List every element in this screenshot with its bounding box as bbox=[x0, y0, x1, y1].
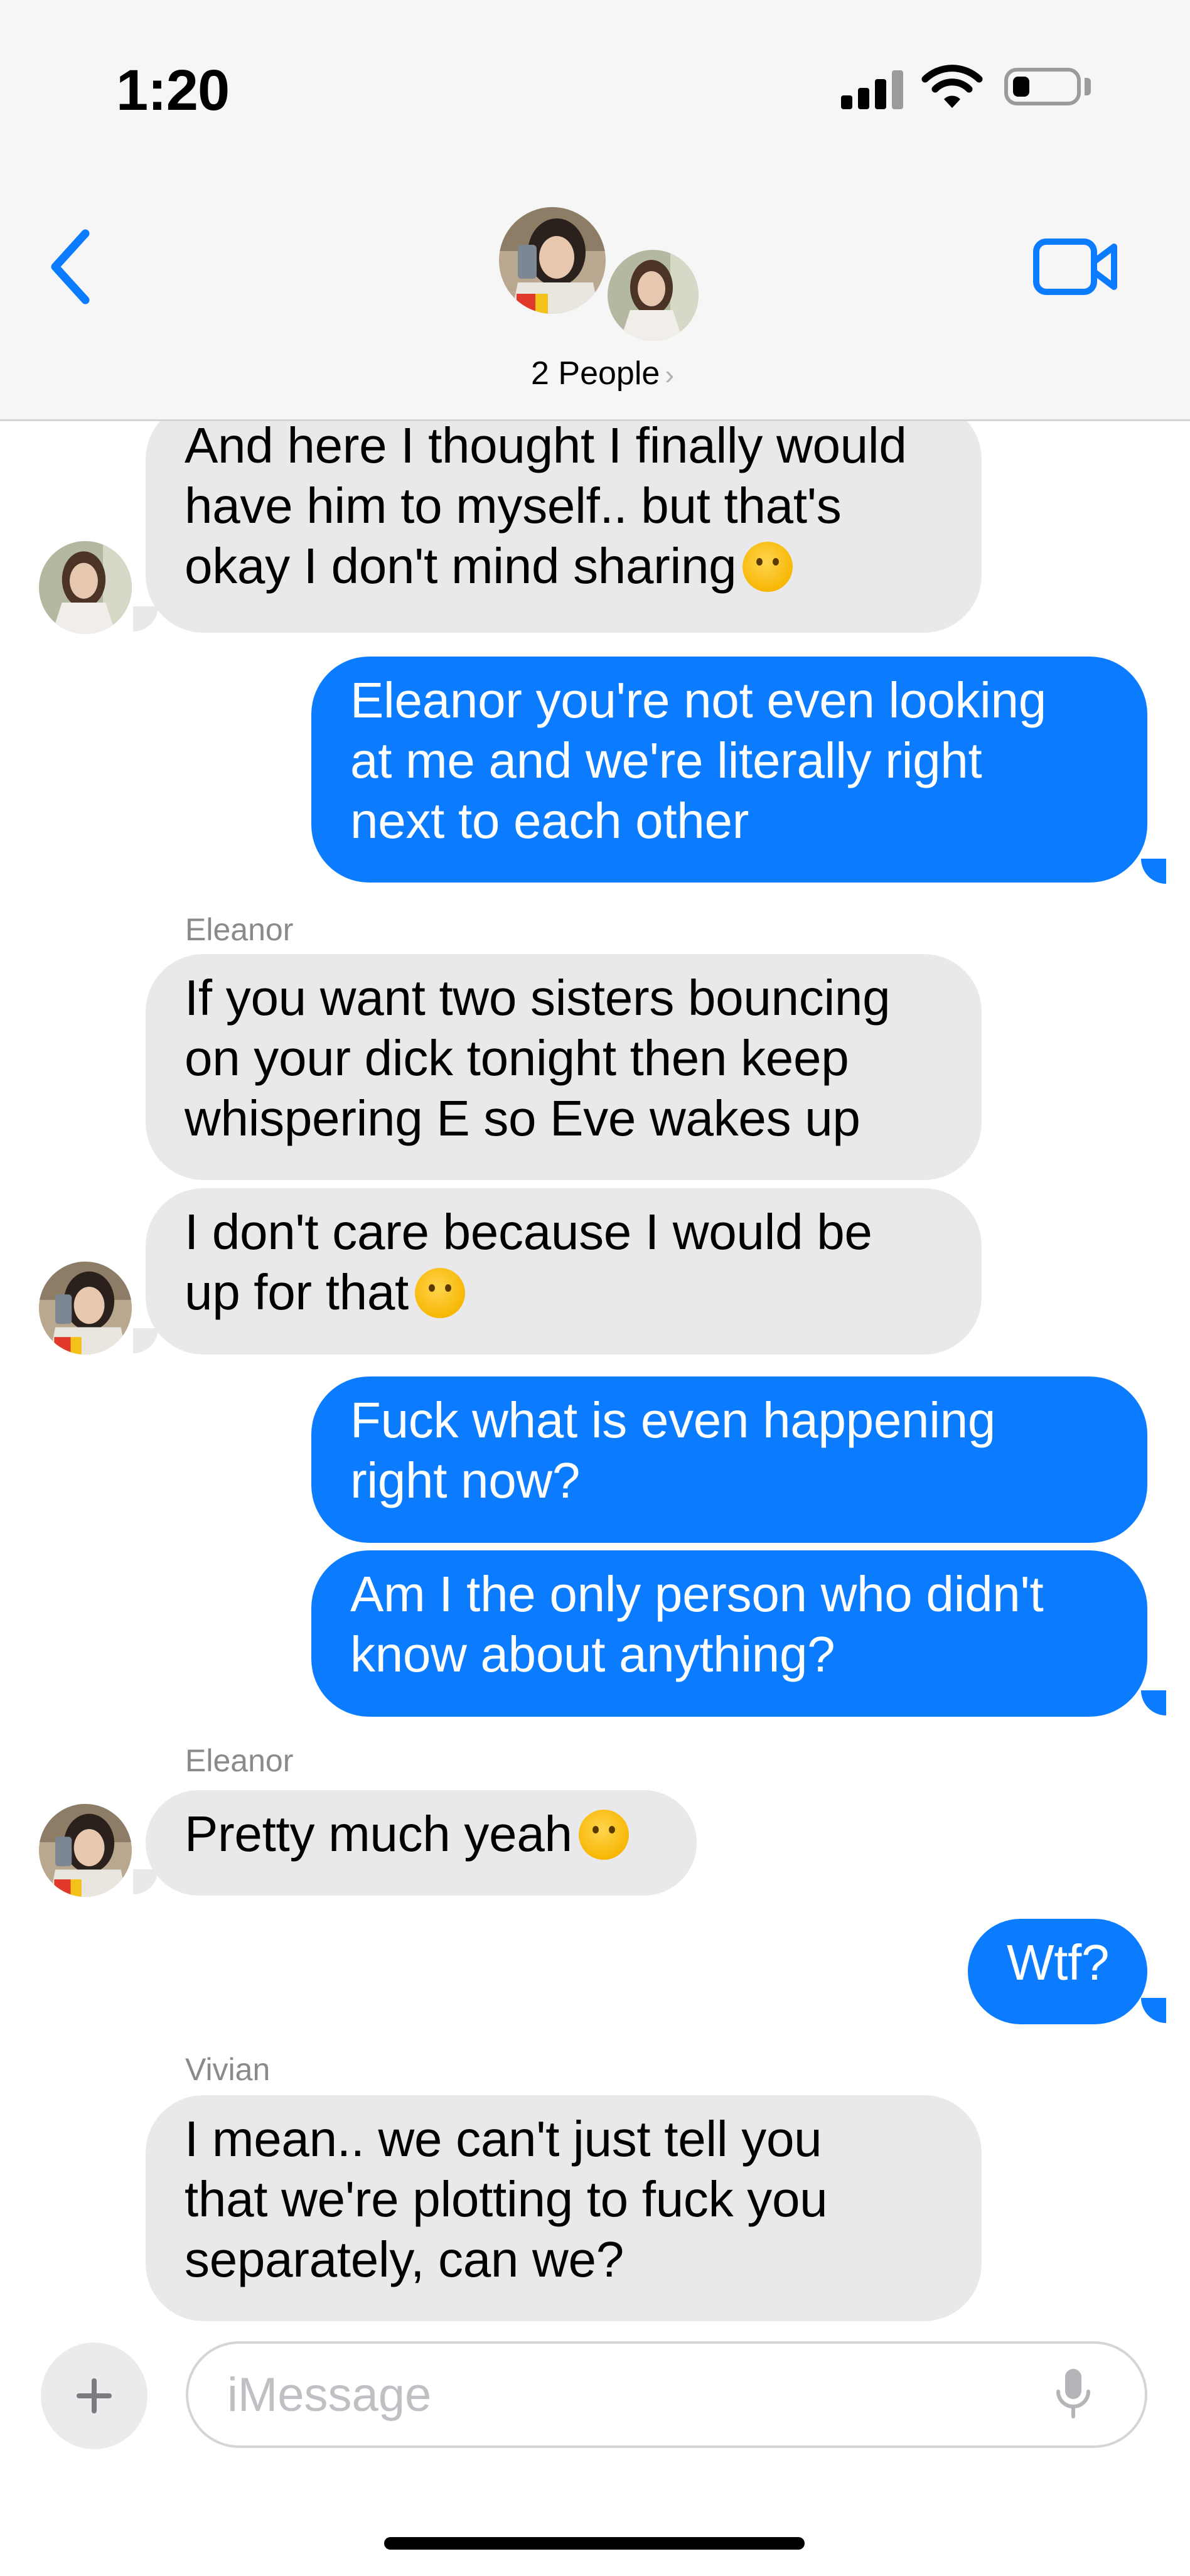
chevron-right-icon: › bbox=[665, 360, 674, 390]
message-line: know about anything? bbox=[350, 1626, 835, 1682]
signal-icon bbox=[841, 70, 904, 109]
message-line: Fuck what is even happening bbox=[350, 1392, 996, 1448]
message-line: separately, can we? bbox=[185, 2231, 624, 2287]
conversation-header: 1:20 2 People › bbox=[0, 0, 1190, 421]
face-with-hand-over-mouth-icon bbox=[578, 1810, 629, 1860]
people-button[interactable]: 2 People › bbox=[496, 355, 709, 392]
battery-icon bbox=[1004, 68, 1081, 105]
sender-avatar-eleanor[interactable] bbox=[39, 1804, 132, 1897]
avatar-eleanor[interactable] bbox=[496, 204, 609, 317]
message-line: right now? bbox=[350, 1452, 581, 1508]
message-bubble-incoming[interactable]: Pretty much yeah bbox=[146, 1790, 697, 1896]
message-line: Pretty much yeah bbox=[185, 1806, 572, 1862]
message-line: okay I don't mind sharing bbox=[185, 538, 737, 594]
plus-icon[interactable] bbox=[41, 2343, 147, 2449]
message-line: that we're plotting to fuck you bbox=[185, 2171, 828, 2227]
bubble-tail bbox=[133, 606, 158, 631]
message-bubble-incoming[interactable]: And here I thought I finally would have … bbox=[146, 402, 982, 633]
bubble-tail bbox=[133, 1328, 158, 1353]
message-line: I mean.. we can't just tell you bbox=[185, 2111, 822, 2167]
message-line: whispering E so Eve wakes up bbox=[185, 1090, 860, 1146]
sender-avatar-vivian[interactable] bbox=[39, 541, 132, 634]
message-bubble-outgoing[interactable]: Eleanor you're not even looking at me an… bbox=[311, 657, 1147, 883]
winking-face-icon bbox=[414, 1268, 465, 1318]
message-line: Eleanor you're not even looking bbox=[350, 672, 1046, 728]
message-line: up for that bbox=[185, 1264, 409, 1320]
microphone-icon[interactable] bbox=[1054, 2366, 1092, 2423]
message-line: have him to myself.. but that's bbox=[185, 478, 842, 534]
bubble-tail bbox=[1141, 1690, 1166, 1715]
message-line: on your dick tonight then keep bbox=[185, 1030, 849, 1086]
message-input-field[interactable] bbox=[186, 2341, 1147, 2448]
bubble-tail bbox=[1141, 1998, 1166, 2023]
message-line: Am I the only person who didn't bbox=[350, 1566, 1044, 1622]
video-camera-icon[interactable] bbox=[1032, 235, 1120, 298]
bubble-tail bbox=[1141, 859, 1166, 884]
message-line: I don't care because I would be bbox=[185, 1204, 872, 1260]
status-time: 1:20 bbox=[116, 58, 230, 122]
avatar-vivian[interactable] bbox=[604, 247, 702, 344]
home-indicator bbox=[384, 2537, 805, 2550]
people-label: 2 People bbox=[531, 355, 660, 392]
message-bubble-incoming[interactable]: I mean.. we can't just tell you that we'… bbox=[146, 2095, 982, 2321]
battery-cap bbox=[1085, 78, 1091, 95]
message-bubble-outgoing[interactable]: Am I the only person who didn't know abo… bbox=[311, 1550, 1147, 1717]
message-line: If you want two sisters bouncing bbox=[185, 970, 891, 1026]
wifi-icon bbox=[921, 65, 983, 108]
message-bubble-outgoing[interactable]: Fuck what is even happening right now? bbox=[311, 1377, 1147, 1543]
message-line: at me and we're literally right bbox=[350, 733, 982, 788]
back-chevron-icon[interactable] bbox=[44, 226, 100, 308]
sender-name: Vivian bbox=[185, 2052, 271, 2087]
sender-avatar-eleanor[interactable] bbox=[39, 1262, 132, 1355]
message-line: next to each other bbox=[350, 793, 749, 849]
sender-name: Eleanor bbox=[185, 1743, 294, 1778]
bubble-tail bbox=[133, 1869, 158, 1894]
message-bubble-outgoing[interactable]: Wtf? bbox=[968, 1919, 1147, 2024]
message-line: And here I thought I finally would bbox=[185, 417, 907, 473]
message-bubble-incoming[interactable]: If you want two sisters bouncing on your… bbox=[146, 954, 982, 1180]
message-bubble-incoming[interactable]: I don't care because I would be up for t… bbox=[146, 1188, 982, 1355]
face-with-hand-over-mouth-icon bbox=[742, 542, 793, 592]
sender-name: Eleanor bbox=[185, 912, 294, 947]
message-line: Wtf? bbox=[1007, 1935, 1110, 1990]
imessage-input[interactable] bbox=[226, 2363, 1044, 2427]
